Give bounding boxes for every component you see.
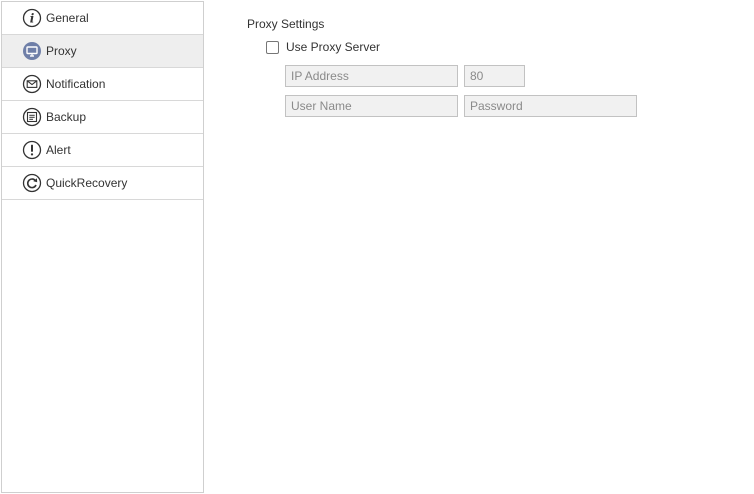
use-proxy-checkbox[interactable]: Use Proxy Server [266,40,380,54]
recovery-icon [22,173,42,193]
use-proxy-label: Use Proxy Server [286,40,381,54]
section-title: Proxy Settings [247,17,325,31]
alert-icon [22,140,42,160]
sidebar-item-label: Notification [46,77,106,91]
sidebar-item-proxy[interactable]: Proxy [2,35,203,68]
sidebar-item-label: Alert [46,143,71,157]
sidebar-item-general[interactable]: i General [2,2,203,35]
info-icon: i [22,8,42,28]
port-input[interactable] [464,65,525,87]
sidebar-item-label: QuickRecovery [46,176,128,190]
sidebar-item-quickrecovery[interactable]: QuickRecovery [2,167,203,200]
ip-address-input[interactable] [285,65,458,87]
username-input[interactable] [285,95,458,117]
svg-text:i: i [30,12,35,26]
sidebar-item-label: General [46,11,89,25]
backup-icon [22,107,42,127]
sidebar-item-backup[interactable]: Backup [2,101,203,134]
sidebar-item-label: Proxy [46,44,77,58]
sidebar-item-notification[interactable]: Notification [2,68,203,101]
monitor-icon [22,41,42,61]
mail-icon [22,74,42,94]
sidebar-item-label: Backup [46,110,87,124]
proxy-settings-panel: Proxy Settings Use Proxy Server [205,0,754,494]
sidebar-item-alert[interactable]: Alert [2,134,203,167]
password-input[interactable] [464,95,637,117]
checkbox-box[interactable] [266,40,279,54]
settings-sidebar: i General Proxy Notification Backup Aler… [1,1,204,493]
